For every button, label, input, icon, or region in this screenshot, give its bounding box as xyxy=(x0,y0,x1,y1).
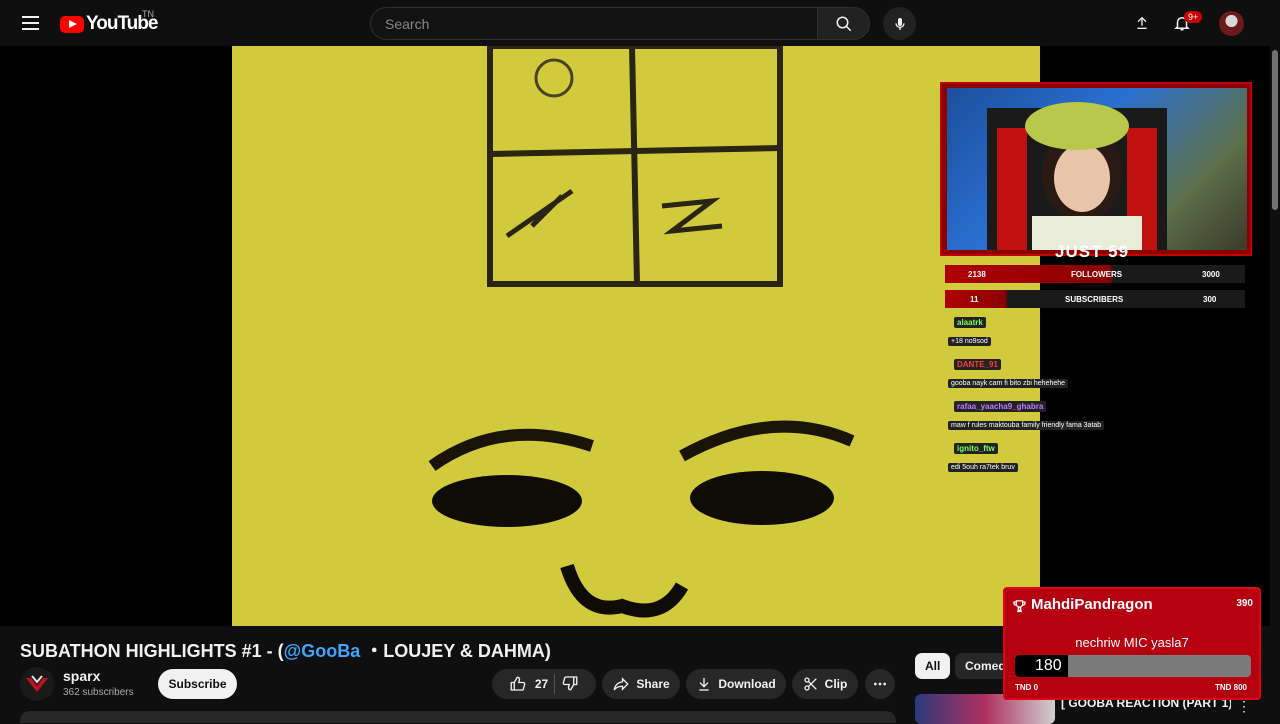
video-frame xyxy=(232,46,1040,626)
donor-name: MahdiPandragon xyxy=(1031,596,1153,613)
drawing-illustration xyxy=(428,46,855,618)
more-actions-button[interactable] xyxy=(865,669,895,699)
donation-message: nechriw MIC yasla7 xyxy=(1075,635,1189,650)
video-title-suffix: ・LOUJEY & DAHMA) xyxy=(360,641,551,661)
followers-goal-bar: 2138 FOLLOWERS 3000 xyxy=(945,265,1245,283)
chat-username: DANTE_91 xyxy=(954,359,1001,370)
chat-message: ignito_ftw edi 5ouh ra7tek bruv xyxy=(948,438,1148,474)
like-button[interactable]: 27 xyxy=(509,675,548,693)
subscribers-goal: 300 xyxy=(1203,294,1217,304)
followers-goal: 3000 xyxy=(1202,269,1220,279)
stream-chat: alaatrk +18 no9sod DANTE_91 gooba nayk c… xyxy=(948,312,1148,480)
menu-icon[interactable] xyxy=(16,9,44,37)
chat-text: +18 no9sod xyxy=(948,337,991,346)
voice-search-button[interactable] xyxy=(883,7,916,40)
video-title-prefix: SUBATHON HIGHLIGHTS #1 - ( xyxy=(20,641,284,661)
like-divider xyxy=(554,674,556,694)
chat-text: edi 5ouh ra7tek bruv xyxy=(948,463,1018,472)
streamer-webcam xyxy=(947,88,1247,250)
upload-icon xyxy=(1137,16,1147,29)
channel-avatar[interactable] xyxy=(20,667,54,701)
donation-goal-min: TND 0 xyxy=(1015,683,1039,692)
youtube-logo[interactable]: YouTube TN xyxy=(60,9,158,35)
country-code: TN xyxy=(142,9,154,19)
subscribe-button[interactable]: Subscribe xyxy=(158,669,237,699)
upload-button[interactable] xyxy=(1130,11,1154,35)
chat-message: rafaa_yaacha9_ghabra maw f rules maktoub… xyxy=(948,396,1148,432)
page-scrollbar[interactable] xyxy=(1272,50,1278,210)
search-icon xyxy=(836,16,851,31)
chat-text: maw f rules maktouba family friendly fam… xyxy=(948,421,1105,430)
chat-message: DANTE_91 gooba nayk cam fi bito zbi hehe… xyxy=(948,354,1148,390)
dislike-button[interactable] xyxy=(561,674,579,695)
donation-goal-max: TND 800 xyxy=(1214,683,1247,692)
related-more-icon[interactable]: ⋮ xyxy=(1236,698,1252,714)
subscribers-goal-bar: 11 SUBSCRIBERS 300 xyxy=(945,290,1245,308)
thumbs-down-icon xyxy=(562,675,578,690)
chip-all[interactable]: All xyxy=(915,653,951,679)
search-input[interactable] xyxy=(385,15,817,32)
donation-goal-value: 180 xyxy=(1035,657,1062,674)
download-icon xyxy=(699,678,709,691)
chat-message: alaatrk +18 no9sod xyxy=(948,312,1148,348)
top-bar: YouTube TN 9+ xyxy=(0,0,1280,46)
clip-label: Clip xyxy=(824,677,848,691)
donation-goal-bar: 180 xyxy=(1015,655,1251,677)
download-button[interactable]: Download xyxy=(686,669,786,699)
donation-amount: 390 xyxy=(1236,598,1253,609)
thumbs-up-icon xyxy=(510,676,526,691)
share-button[interactable]: Share xyxy=(602,669,680,699)
streamer-figure xyxy=(987,102,1167,250)
search-button[interactable] xyxy=(817,7,870,40)
scissors-icon xyxy=(803,677,817,691)
youtube-play-icon xyxy=(60,15,84,33)
video-title: SUBATHON HIGHLIGHTS #1 - (@GooBa ・LOUJEY… xyxy=(20,637,551,663)
like-count: 27 xyxy=(534,677,549,691)
channel-logo-icon xyxy=(26,675,48,692)
account-avatar[interactable] xyxy=(1219,11,1244,36)
microphone-icon xyxy=(894,17,905,30)
channel-name[interactable]: sparx xyxy=(63,668,100,684)
search-box xyxy=(370,7,817,40)
donation-alert: MahdiPandragon 390 nechriw MIC yasla7 18… xyxy=(1003,587,1261,700)
subscribers-current: 11 xyxy=(970,294,979,304)
chat-username: rafaa_yaacha9_ghabra xyxy=(954,401,1047,412)
webcam-title: JUST 59 xyxy=(1055,242,1130,261)
description-box[interactable] xyxy=(20,711,896,723)
notification-badge: 9+ xyxy=(1184,11,1203,23)
chat-text: gooba nayk cam fi bito zbi hehehehe xyxy=(948,379,1069,388)
followers-label: FOLLOWERS xyxy=(1071,269,1123,279)
subscribers-label: SUBSCRIBERS xyxy=(1065,294,1124,304)
trophy-icon xyxy=(1013,600,1026,613)
more-horizontal-icon xyxy=(874,682,886,686)
download-label: Download xyxy=(718,677,776,691)
share-icon xyxy=(613,677,630,691)
clip-button[interactable]: Clip xyxy=(792,669,858,699)
followers-current: 2138 xyxy=(968,269,986,279)
like-dislike-group: 27 xyxy=(492,669,596,699)
chat-username: alaatrk xyxy=(954,317,986,328)
share-label: Share xyxy=(636,677,670,691)
title-mention-link[interactable]: @GooBa xyxy=(284,641,361,661)
channel-subscribers: 362 subscribers xyxy=(63,687,134,698)
chat-username: ignito_ftw xyxy=(954,443,998,454)
